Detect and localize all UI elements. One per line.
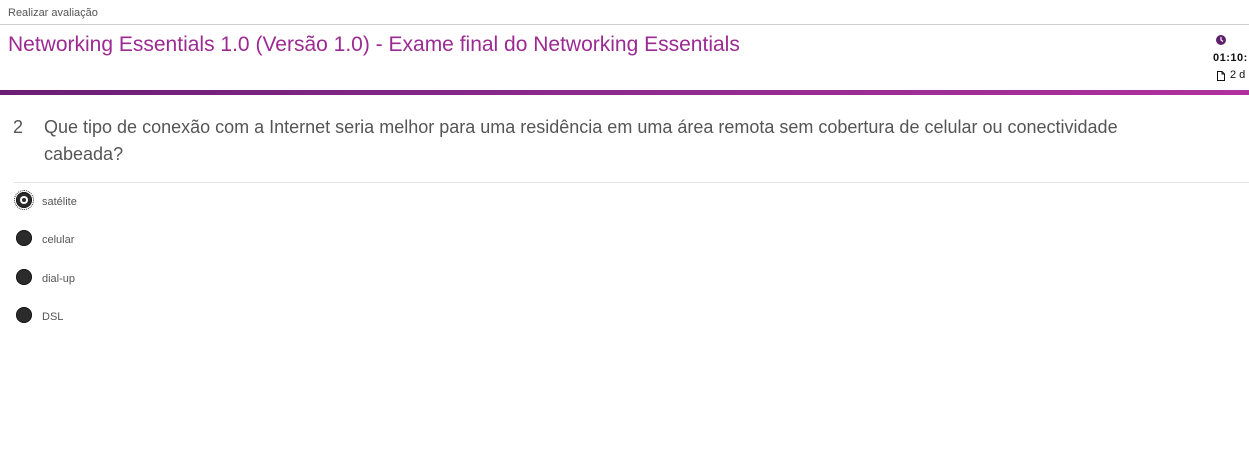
page-title: Networking Essentials 1.0 (Versão 1.0) -… <box>8 33 740 56</box>
assessment-page: Realizar avaliação Networking Essentials… <box>0 0 1249 456</box>
option-celular[interactable]: celular <box>14 230 214 252</box>
breadcrumb: Realizar avaliação <box>8 7 98 19</box>
option-dsl[interactable]: DSL <box>14 307 214 329</box>
option-dial-up[interactable]: dial-up <box>14 269 214 291</box>
option-satelite[interactable]: satélite <box>14 190 214 214</box>
accent-bar <box>0 90 1249 95</box>
option-label: dial-up <box>42 273 76 285</box>
clock-icon <box>1216 35 1226 45</box>
header-divider <box>0 24 1249 25</box>
radio-button[interactable] <box>16 230 32 246</box>
timer-value: 01:10: <box>1213 52 1248 64</box>
timer-panel: 01:10: 2 d <box>1207 32 1249 84</box>
option-label: satélite <box>42 196 77 208</box>
question-divider <box>14 182 1249 183</box>
question-text: Que tipo de conexão com a Internet seria… <box>44 117 1118 164</box>
radio-button-selected[interactable] <box>14 190 34 210</box>
radio-button[interactable] <box>16 307 32 323</box>
option-label: DSL <box>42 311 64 323</box>
radio-button[interactable] <box>16 269 32 285</box>
option-label: celular <box>42 234 75 246</box>
document-icon <box>1217 71 1225 81</box>
question-count: 2 d <box>1230 69 1246 81</box>
question-number: 2 <box>13 117 24 137</box>
